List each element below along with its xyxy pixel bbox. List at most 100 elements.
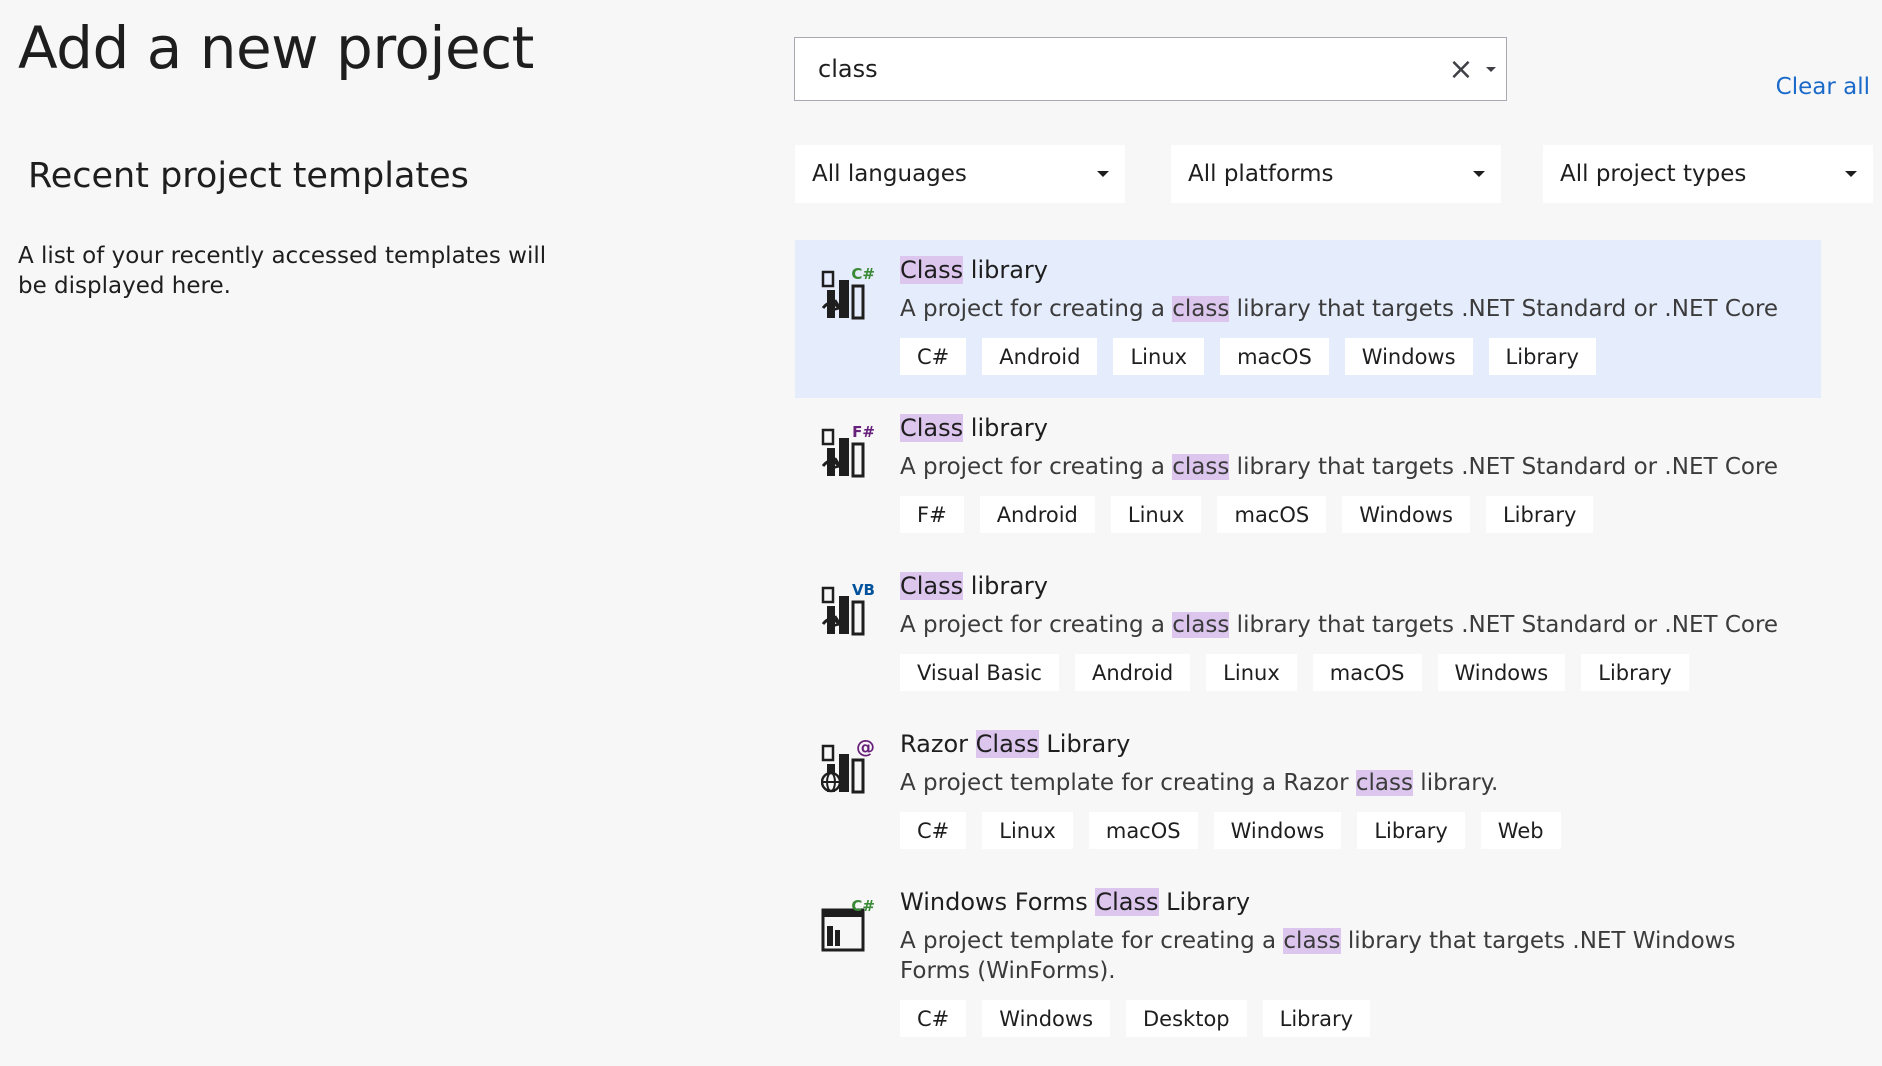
chevron-down-icon <box>1097 171 1109 177</box>
svg-text:VB: VB <box>852 581 875 599</box>
vb-class-library-glyph: VB <box>821 581 875 636</box>
page-title: Add a new project <box>18 14 534 82</box>
template-tag: Windows <box>982 1000 1111 1037</box>
template-description-text: A project template for creating a Razor <box>900 770 1356 796</box>
template-title-text: Library <box>1038 730 1131 758</box>
svg-text:@: @ <box>856 738 875 758</box>
chevron-down-icon <box>1473 171 1485 177</box>
template-item[interactable]: C# Class library A project for creating a … <box>795 240 1821 398</box>
search-match-highlight: Class <box>900 414 964 442</box>
template-body: Class library A project for creating a cl… <box>900 411 1801 533</box>
winforms-class-library-icon: C# <box>821 896 879 952</box>
template-tag: Desktop <box>1126 1000 1247 1037</box>
template-item[interactable]: F# Class library A project for creating a … <box>795 398 1821 556</box>
search-match-highlight: class <box>1172 296 1230 322</box>
csharp-class-library-icon: C# <box>821 264 879 320</box>
template-description: A project template for creating a class … <box>900 926 1801 986</box>
search-match-highlight: Class <box>975 730 1039 758</box>
template-item[interactable]: @ Razor Class Library A project template f… <box>795 714 1821 872</box>
template-tag: C# <box>900 1000 967 1037</box>
template-tag: Library <box>1581 654 1689 691</box>
template-body: Class library A project for creating a cl… <box>900 569 1801 691</box>
template-description-text: A project for creating a <box>900 454 1173 480</box>
template-body: Class library A project for creating a cl… <box>900 253 1801 375</box>
template-item[interactable]: VB Class library A project for creating a … <box>795 556 1821 714</box>
template-tag: Windows <box>1342 496 1470 533</box>
template-tag: Android <box>982 338 1098 375</box>
svg-text:C#: C# <box>851 265 875 283</box>
search-match-highlight: Class <box>1095 888 1159 916</box>
search-match-highlight: class <box>1172 454 1230 480</box>
template-tag: Linux <box>1113 338 1205 375</box>
platform-filter-label: All platforms <box>1188 161 1334 187</box>
template-tag: Library <box>1357 812 1465 849</box>
template-tag: Library <box>1488 338 1596 375</box>
clear-search-icon[interactable]: × <box>1446 49 1476 89</box>
template-tag: Windows <box>1344 338 1473 375</box>
template-tag: Android <box>1074 654 1191 691</box>
chevron-down-icon <box>1845 171 1857 177</box>
template-title: Class library <box>900 569 1801 603</box>
template-tags: C# Android Linux macOS Windows Library <box>900 338 1801 375</box>
clear-all-link[interactable]: Clear all <box>1776 74 1870 100</box>
template-tag: Windows <box>1437 654 1566 691</box>
vb-class-library-icon: VB <box>821 580 879 636</box>
template-description: A project for creating a class library t… <box>900 610 1801 640</box>
template-body: Windows Forms Class Library A project tem… <box>900 885 1801 1037</box>
template-description-text: library that targets .NET Standard or .N… <box>1229 454 1779 480</box>
template-tag: F# <box>900 496 964 533</box>
project-type-filter-label: All project types <box>1560 161 1747 187</box>
template-description-text: library that targets .NET Standard or .N… <box>1229 296 1779 322</box>
template-tag: Windows <box>1213 812 1342 849</box>
search-match-highlight: Class <box>900 572 964 600</box>
fsharp-class-library-glyph: F# <box>821 423 875 478</box>
template-title-text: library <box>963 572 1048 600</box>
template-body: Razor Class Library A project template fo… <box>900 727 1801 849</box>
template-description-text: library. <box>1413 770 1499 796</box>
template-description: A project for creating a class library t… <box>900 294 1801 324</box>
template-tag: macOS <box>1220 338 1329 375</box>
recent-templates-description: A list of your recently accessed templat… <box>18 243 547 299</box>
template-tag: C# <box>900 812 967 849</box>
template-description-text: A project for creating a <box>900 612 1173 638</box>
template-title-text: Razor <box>900 730 976 758</box>
razor-class-library-glyph: @ <box>820 736 875 794</box>
template-tags: Visual Basic Android Linux macOS Windows Libr… <box>900 654 1801 691</box>
template-tag: Web <box>1480 812 1561 849</box>
template-description-text: library that targets .NET Standard or .N… <box>1229 612 1779 638</box>
fsharp-class-library-icon: F# <box>821 422 879 478</box>
svg-text:F#: F# <box>852 423 875 441</box>
template-tag: Android <box>979 496 1095 533</box>
template-tag: macOS <box>1312 654 1422 691</box>
template-tag: macOS <box>1088 812 1198 849</box>
template-tag: C# <box>900 338 967 375</box>
template-description: A project for creating a class library t… <box>900 452 1801 482</box>
template-tag: Linux <box>1110 496 1202 533</box>
template-tag: Linux <box>982 812 1073 849</box>
language-filter-dropdown[interactable]: All languages <box>795 145 1125 203</box>
svg-text:C#: C# <box>851 897 875 915</box>
search-input[interactable] <box>795 38 1446 100</box>
template-title-text: Windows Forms <box>900 888 1096 916</box>
template-tags: F# Android Linux macOS Windows Library <box>900 496 1801 533</box>
template-title-text: Library <box>1158 888 1251 916</box>
template-tag: Library <box>1485 496 1594 533</box>
add-new-project-page: Add a new project Recent project templat… <box>0 0 1882 1066</box>
chevron-down-icon <box>1486 66 1496 72</box>
template-description-text: A project template for creating a <box>900 928 1284 954</box>
search-match-highlight: Class <box>900 256 964 284</box>
template-tag: Visual Basic <box>900 654 1059 691</box>
template-title: Windows Forms Class Library <box>900 885 1801 919</box>
language-filter-label: All languages <box>812 161 967 187</box>
search-history-dropdown[interactable] <box>1476 49 1506 89</box>
template-item[interactable]: C# Windows Forms Class Library A project t… <box>795 872 1821 1064</box>
project-type-filter-dropdown[interactable]: All project types <box>1543 145 1873 203</box>
razor-class-library-icon: @ <box>820 736 879 794</box>
winforms-class-library-glyph: C# <box>821 897 875 952</box>
template-list: C# Class library A project for creating a … <box>795 240 1821 1064</box>
template-tag: macOS <box>1217 496 1327 533</box>
template-description: A project template for creating a Razor … <box>900 768 1801 798</box>
platform-filter-dropdown[interactable]: All platforms <box>1171 145 1501 203</box>
template-tag: Library <box>1262 1000 1371 1037</box>
template-description-text: A project for creating a <box>900 296 1173 322</box>
